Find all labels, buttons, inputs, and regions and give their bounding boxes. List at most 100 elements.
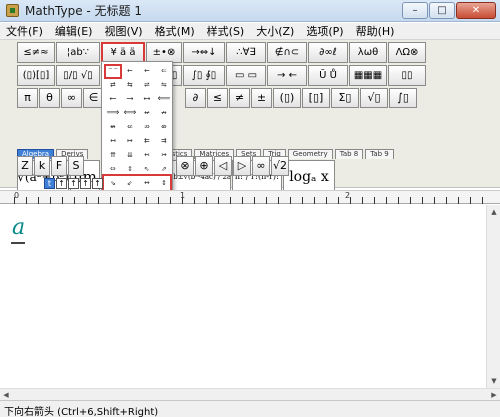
operator-symbols-button[interactable]: ±•⊗ (146, 42, 182, 63)
embellishment-option[interactable]: ⟹ (105, 107, 121, 120)
embellishment-option[interactable]: ↦ (122, 135, 138, 148)
embellishment-option[interactable]: ⇆ (122, 79, 138, 92)
spaces-ellipses-button[interactable]: ¦ab∵ (56, 42, 100, 63)
minimize-button[interactable]: – (402, 2, 428, 19)
menu-style[interactable]: 样式(S) (201, 23, 251, 40)
embellishments-button[interactable]: ¥ ä ä (101, 42, 145, 63)
sqrt-two-button[interactable]: √2 (271, 156, 289, 176)
scroll-down-icon[interactable]: ▼ (487, 374, 500, 388)
embellishment-option[interactable]: ↤ (105, 135, 121, 148)
size-up-button-2[interactable]: ↑ (68, 178, 79, 189)
sqrt-button[interactable]: √▯ (360, 88, 388, 108)
less-equal-button[interactable]: ≤ (207, 88, 228, 108)
embellishment-option[interactable]: ↛ (156, 107, 172, 120)
menu-file[interactable]: 文件(F) (0, 23, 49, 40)
labeled-arrow-button[interactable]: → ← (267, 65, 307, 86)
embellishment-option[interactable]: ← (139, 65, 155, 78)
fraction-radical-button[interactable]: ▯/▯ √▯ (56, 65, 100, 86)
embellishment-option[interactable]: ⁻⁻ (104, 64, 122, 79)
embellishment-option[interactable]: ⇉ (156, 135, 172, 148)
s-button[interactable]: S (68, 156, 84, 176)
k-button[interactable]: k (34, 156, 50, 176)
size-up-button-4[interactable]: ↑ (92, 178, 103, 189)
tab-9[interactable]: Tab 9 (365, 149, 394, 159)
infinity-symbol-button[interactable]: ∞ (61, 88, 82, 108)
greek-lowercase-button[interactable]: λωθ (349, 42, 387, 63)
embellishment-option[interactable]: ⇏ (139, 121, 155, 134)
embellishment-option[interactable]: ↣ (156, 149, 172, 162)
template-logarithm[interactable]: logₐ x (283, 160, 335, 193)
z-button[interactable]: Z (17, 156, 33, 176)
misc-symbols-button[interactable]: ∂∞ℓ (308, 42, 348, 63)
equation-content[interactable]: a (12, 215, 25, 240)
tab-8[interactable]: Tab 8 (334, 149, 364, 159)
menu-edit[interactable]: 编辑(E) (49, 23, 99, 40)
integral-templates-button[interactable]: ∫▯ ∮▯ (183, 65, 225, 86)
left-triangle-button[interactable]: ◁ (214, 156, 232, 176)
size-up-button-1[interactable]: ↑ (56, 178, 67, 189)
embellishment-option[interactable]: ⟶ (122, 93, 138, 106)
size-up-button-3[interactable]: ↑ (80, 178, 91, 189)
not-equal-button[interactable]: ≠ (229, 88, 250, 108)
menu-view[interactable]: 视图(V) (98, 23, 148, 40)
embellishment-option[interactable]: ⇌ (139, 79, 155, 92)
symbol-palette-row: ≤≠≈ ¦ab∵ ¥ ä ä ±•⊗ →⇔↓ ∴∀∃ ∉∩⊂ ∂∞ℓ λωθ Λ… (17, 42, 426, 63)
embellishment-option[interactable]: ⇄ (105, 79, 121, 92)
horizontal-scrollbar[interactable]: ◀ ▶ (0, 388, 500, 400)
embellishment-option[interactable]: ↮ (105, 121, 121, 134)
embellishment-option[interactable]: ⟺ (122, 107, 138, 120)
brackets-button[interactable]: [▯] (302, 88, 330, 108)
embellishment-option[interactable]: ⇍ (122, 121, 138, 134)
embellishment-option[interactable]: ⟷ (139, 93, 155, 106)
right-triangle-button[interactable]: ▷ (233, 156, 251, 176)
embellishment-option[interactable]: ⇊ (122, 149, 138, 162)
embellishment-option[interactable]: ⟵ (105, 93, 121, 106)
matrix-templates-button[interactable]: ▦▦▦ (349, 65, 387, 86)
underbar-overbar-button[interactable]: ▭ ▭ (226, 65, 266, 86)
small-symbol-bar: π θ ∞ ∈ ∂ ≤ ≠ ± (▯) [▯] Σ▯ √▯ ∫▯ (17, 88, 417, 108)
equation-editor[interactable]: a (0, 205, 486, 388)
vertical-scrollbar[interactable]: ▲ ▼ (486, 205, 500, 388)
maximize-button[interactable]: □ (429, 2, 455, 19)
embellishment-option[interactable]: ← (122, 65, 138, 78)
fence-templates-button[interactable]: (▯)[▯] (17, 65, 55, 86)
summation-button[interactable]: Σ▯ (331, 88, 359, 108)
pi-symbol-button[interactable]: π (17, 88, 38, 108)
parentheses-button[interactable]: (▯) (273, 88, 301, 108)
embellishment-option[interactable]: ⇇ (139, 135, 155, 148)
set-theory-button[interactable]: ∉∩⊂ (267, 42, 307, 63)
embellishment-option[interactable]: ⇐ (156, 65, 172, 78)
embellishments-dropdown: ⁻⁻←←⇐⇄⇆⇌⇋⟵⟶⟷⟸⟹⟺↚↛↮⇍⇏⇎↤↦⇇⇉⇈⇊↢↣⇔⇕⇖⇗⇘⇙↔↕↰↱↲… (101, 61, 173, 202)
menu-size[interactable]: 大小(Z) (250, 23, 300, 40)
lower-symbol-row-2: ⊗ ⊕ ◁ ▷ ∞ √2 (176, 156, 289, 176)
menu-help[interactable]: 帮助(H) (350, 23, 401, 40)
circled-times-button[interactable]: ⊗ (176, 156, 194, 176)
f-button[interactable]: F (51, 156, 67, 176)
embellishment-option[interactable]: ↢ (139, 149, 155, 162)
partial-symbol-button[interactable]: ∂ (185, 88, 206, 108)
plus-minus-button[interactable]: ± (251, 88, 272, 108)
embellishment-option[interactable]: ⇎ (156, 121, 172, 134)
size-toolbar: t ↑ ↑ ↑ ↑ (44, 178, 103, 189)
menu-format[interactable]: 格式(M) (149, 23, 201, 40)
circled-plus-button[interactable]: ⊕ (195, 156, 213, 176)
theta-symbol-button[interactable]: θ (39, 88, 60, 108)
box-templates-button[interactable]: ▯▯ (388, 65, 426, 86)
logical-symbols-button[interactable]: ∴∀∃ (226, 42, 266, 63)
relational-symbols-button[interactable]: ≤≠≈ (17, 42, 55, 63)
embellishment-option[interactable]: ⇋ (156, 79, 172, 92)
window-controls: – □ ✕ (402, 2, 496, 19)
embellishment-option[interactable]: ⟸ (156, 93, 172, 106)
tab-geometry[interactable]: Geometry (287, 149, 333, 159)
menu-options[interactable]: 选项(P) (300, 23, 349, 40)
arrow-symbols-button[interactable]: →⇔↓ (183, 42, 225, 63)
products-set-button[interactable]: Ū Ů (308, 65, 348, 86)
embellishment-option[interactable]: ⇈ (105, 149, 121, 162)
size-text-button[interactable]: t (44, 178, 55, 189)
integral-button[interactable]: ∫▯ (389, 88, 417, 108)
close-button[interactable]: ✕ (456, 2, 496, 19)
scroll-up-icon[interactable]: ▲ (487, 205, 500, 219)
embellishment-option[interactable]: ↚ (139, 107, 155, 120)
greek-uppercase-button[interactable]: ΛΩ⊗ (388, 42, 426, 63)
infinity-button[interactable]: ∞ (252, 156, 270, 176)
